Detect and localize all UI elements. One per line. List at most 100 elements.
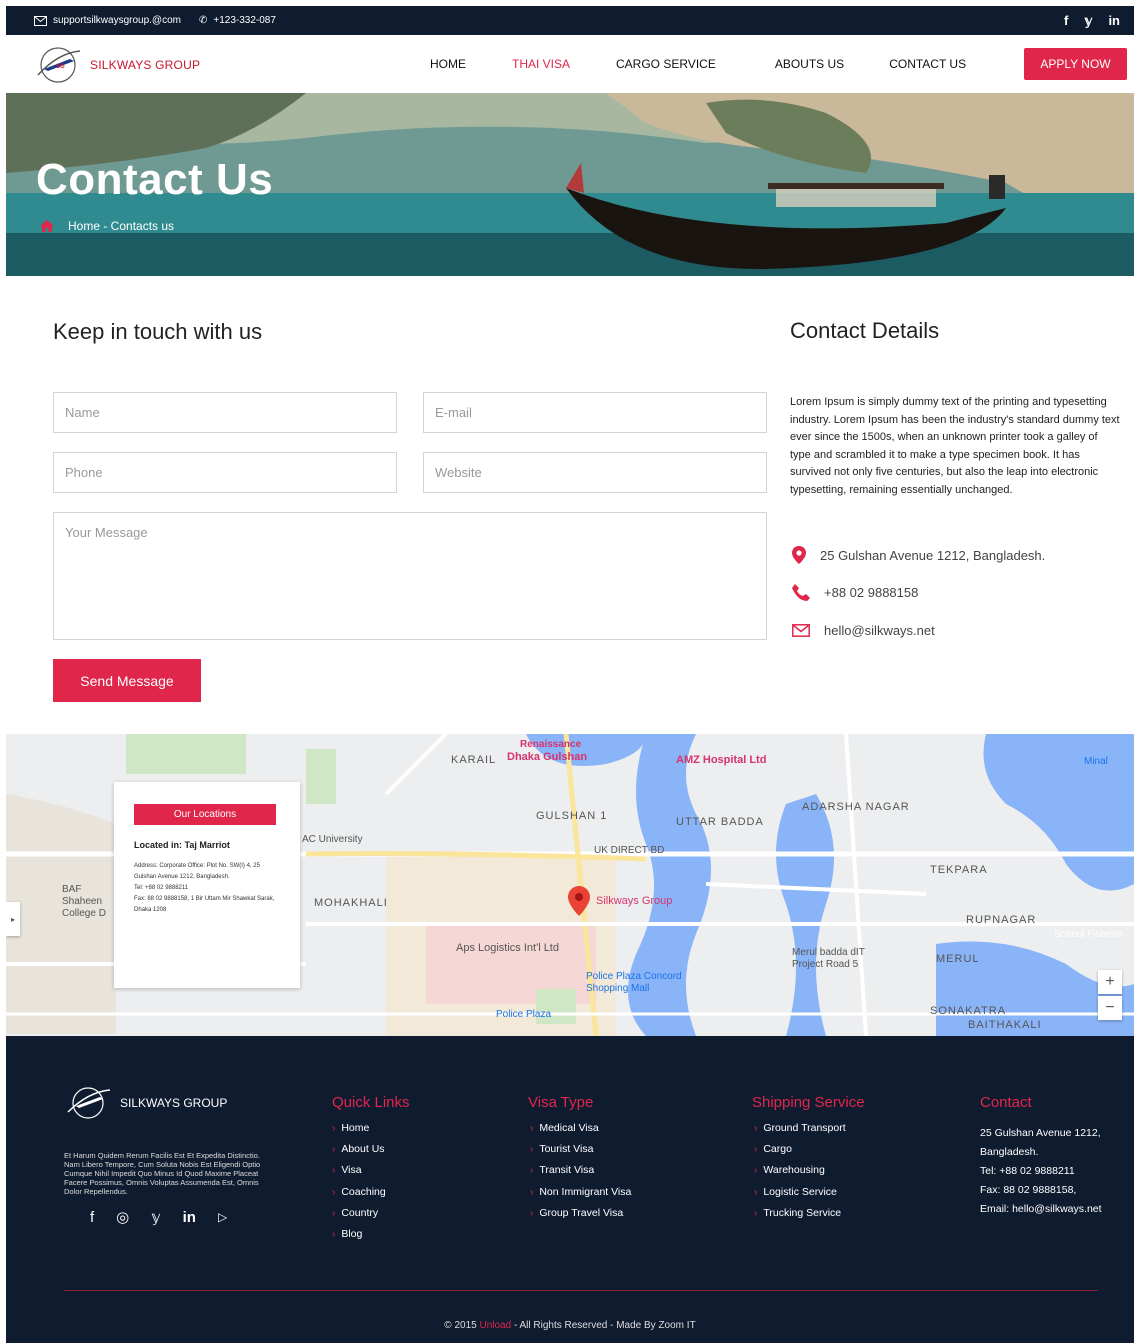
footer-link[interactable]: › Country <box>332 1203 386 1224</box>
map-label: GULSHAN 1 <box>536 810 608 822</box>
chevron-right-icon: › <box>332 1123 336 1134</box>
website-field[interactable]: Website <box>423 452 767 493</box>
linkedin-icon[interactable]: in <box>183 1209 196 1226</box>
footer-link[interactable]: › Blog <box>332 1224 386 1245</box>
map-marker-icon[interactable] <box>568 886 590 916</box>
youtube-icon[interactable]: ▷ <box>218 1210 227 1224</box>
footer-link-label: About Us <box>341 1143 385 1156</box>
nav-item-home[interactable]: HOME <box>430 57 466 71</box>
footer-link-label: Group Travel Visa <box>539 1206 624 1219</box>
map-label: SONAKATRA <box>930 1005 1007 1017</box>
copyright: © 2015 Unload - All Rights Reserved - Ma… <box>6 1320 1134 1331</box>
footer-link[interactable]: › Transit Visa <box>530 1160 631 1181</box>
footer-link[interactable]: › Logistic Service <box>754 1182 846 1203</box>
nav-item-abouts-us[interactable]: ABOUTS US <box>775 57 844 71</box>
footer-brand-name: SILKWAYS GROUP <box>120 1096 228 1110</box>
phone-icon: ✆ <box>198 15 208 26</box>
hero-banner: Contact Us Home - Contacts us <box>6 93 1134 276</box>
footer-link[interactable]: › Warehousing <box>754 1160 846 1181</box>
email-field[interactable]: E-mail <box>423 392 767 433</box>
chevron-right-icon: › <box>530 1207 534 1219</box>
copyright-suffix: - All Rights Reserved - Made By Zoom IT <box>511 1320 696 1331</box>
instagram-icon[interactable]: ◎ <box>116 1208 129 1226</box>
breadcrumb-text[interactable]: Home - Contacts us <box>68 219 174 233</box>
linkedin-icon[interactable]: in <box>1108 13 1120 29</box>
nav-item-cargo-service[interactable]: CARGO SERVICE <box>616 57 716 71</box>
send-message-button[interactable]: Send Message <box>53 659 201 702</box>
footer-link-label: Ground Transport <box>763 1122 846 1134</box>
brand-name: SILKWAYS GROUP <box>90 58 201 72</box>
footer-link[interactable]: › Home <box>332 1118 386 1139</box>
nav-item-thai-visa[interactable]: THAI VISA <box>512 57 570 71</box>
chevron-right-icon: › <box>332 1207 336 1219</box>
facebook-icon[interactable]: f <box>90 1209 94 1226</box>
phone-field[interactable]: Phone <box>53 452 397 493</box>
mail-icon <box>34 15 47 26</box>
brand-logo[interactable]: SG SILKWAYS GROUP <box>34 45 200 85</box>
contact-title: Contact <box>980 1094 1032 1111</box>
topbar-email[interactable]: supportsilkwaysgroup.@com <box>34 15 181 26</box>
form-heading: Keep in touch with us <box>53 319 263 344</box>
visa-type-title: Visa Type <box>528 1094 594 1111</box>
contact-email-row: hello@silkways.net <box>792 623 935 638</box>
quick-links-title: Quick Links <box>332 1094 410 1111</box>
footer-link[interactable]: › Ground Transport <box>754 1118 846 1139</box>
map-label: MOHAKHALI <box>314 897 388 909</box>
footer-link[interactable]: › Tourist Visa <box>530 1139 631 1160</box>
home-icon[interactable] <box>40 220 54 232</box>
chevron-right-icon: › <box>530 1165 534 1177</box>
footer-contact: 25 Gulshan Avenue 1212, Bangladesh. Tel:… <box>980 1124 1120 1219</box>
zoom-out-button[interactable]: − <box>1098 996 1122 1020</box>
map-pin-icon <box>792 546 806 564</box>
footer-link[interactable]: › Coaching <box>332 1182 386 1203</box>
footer-link[interactable]: › Medical Visa <box>530 1118 631 1139</box>
footer-contact-email[interactable]: Email: hello@silkways.net <box>980 1200 1120 1219</box>
footer-link-label: Transit Visa <box>539 1164 595 1177</box>
footer-link-label: Home <box>341 1122 370 1134</box>
footer-divider <box>64 1290 1098 1291</box>
twitter-icon[interactable]: 𝕪 <box>151 1208 160 1226</box>
topbar-social: f 𝕪 in <box>1064 13 1120 29</box>
contact-phone[interactable]: +88 02 9888158 <box>824 585 918 600</box>
map-label: Shimul Fisherie <box>1054 929 1123 940</box>
name-field[interactable]: Name <box>53 392 397 433</box>
phone-icon <box>792 584 810 601</box>
footer-link[interactable]: › Non Immigrant Visa <box>530 1182 631 1203</box>
footer-link[interactable]: › Visa <box>332 1160 386 1181</box>
top-bar: supportsilkwaysgroup.@com ✆ +123-332-087… <box>6 6 1134 35</box>
footer: SILKWAYS GROUP Et Harum Quidem Rerum Fac… <box>6 1036 1134 1343</box>
chevron-right-icon: › <box>332 1144 336 1156</box>
map-label: Police Plaza Concord Shopping Mall <box>586 971 682 994</box>
map-label: Silkways Group <box>596 895 673 907</box>
logo-icon: SG <box>37 47 81 83</box>
message-field[interactable]: Your Message <box>53 512 767 640</box>
contact-email[interactable]: hello@silkways.net <box>824 623 935 638</box>
footer-link[interactable]: › About Us <box>332 1139 386 1160</box>
footer-link[interactable]: › Trucking Service <box>754 1203 846 1224</box>
copyright-brand[interactable]: Unload <box>479 1320 511 1331</box>
chevron-right-icon: › <box>332 1165 336 1177</box>
card-fax: Fax: 88 02 9888158, 1 Bir Uttam Mir Shaw… <box>134 896 275 913</box>
footer-brand[interactable]: SILKWAYS GROUP <box>64 1086 227 1120</box>
footer-contact-tel: Tel: +88 02 9888211 <box>980 1165 1075 1177</box>
footer-link-label: Warehousing <box>763 1164 825 1177</box>
location-map[interactable]: KARAIL Renaissance Dhaka Gulshan AMZ Hos… <box>6 734 1134 1036</box>
map-label: Police Plaza <box>496 1009 552 1020</box>
footer-link-label: Country <box>341 1206 379 1219</box>
topbar-phone[interactable]: ✆ +123-332-087 <box>199 15 276 26</box>
contact-details-heading: Contact Details <box>790 318 940 343</box>
facebook-icon[interactable]: f <box>1064 13 1068 29</box>
nav-menu: HOME THAI VISA CARGO SERVICE ABOUTS US C… <box>430 57 966 71</box>
our-locations-button[interactable]: Our Locations <box>134 804 276 825</box>
nav-item-contact-us[interactable]: CONTACT US <box>889 57 966 71</box>
chevron-right-icon: › <box>332 1186 336 1198</box>
twitter-icon[interactable]: 𝕪 <box>1084 13 1092 29</box>
map-collapse-toggle[interactable]: ▸ <box>6 902 20 936</box>
footer-link[interactable]: › Cargo <box>754 1139 846 1160</box>
apply-now-button[interactable]: APPLY NOW <box>1024 48 1127 80</box>
card-tel: Tel: +88 02 9888211 <box>134 885 189 891</box>
footer-link-label: Trucking Service <box>763 1206 842 1219</box>
located-in-text: Located in: Taj Marriot <box>134 840 230 850</box>
footer-link[interactable]: › Group Travel Visa <box>530 1203 631 1224</box>
zoom-in-button[interactable]: + <box>1098 970 1122 994</box>
